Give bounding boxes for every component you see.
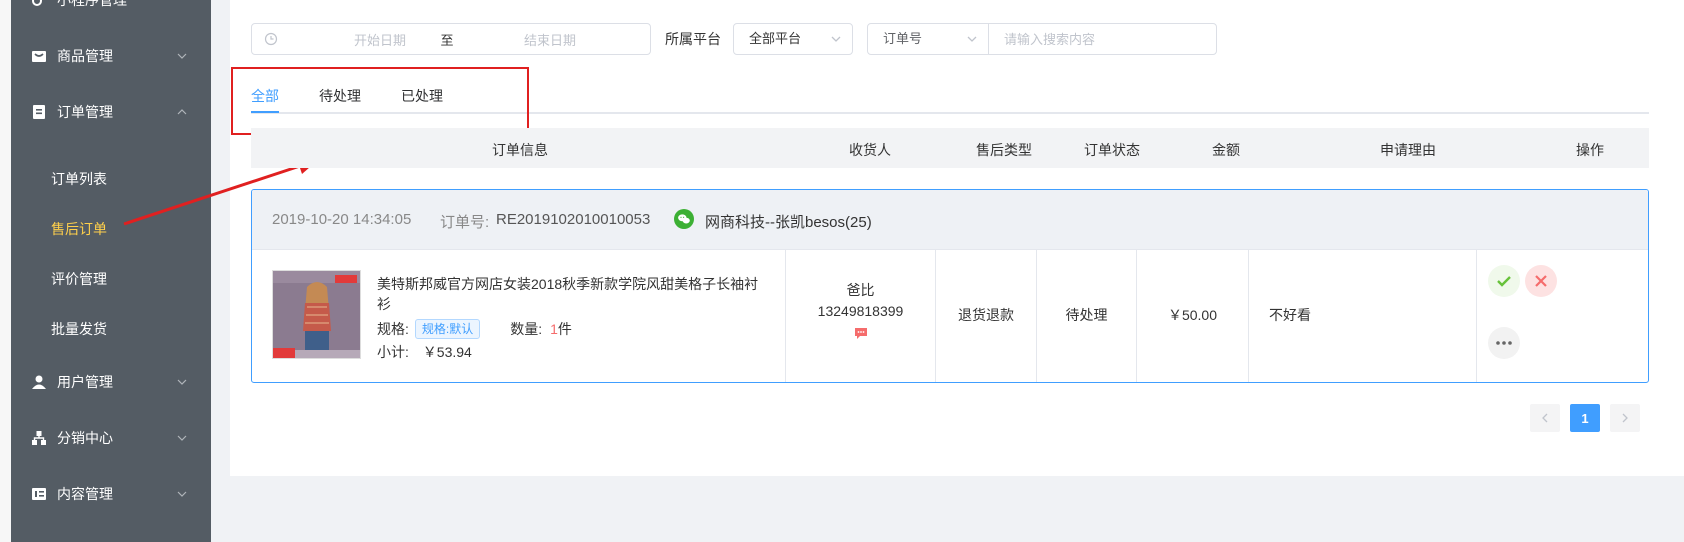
shop-name: 网商科技--张凯besos(25)	[705, 214, 872, 231]
distribution-icon	[31, 430, 47, 446]
amount-cell: ￥50.00	[1137, 250, 1249, 382]
qty-value: 1	[550, 321, 558, 337]
page-number-current[interactable]: 1	[1570, 404, 1600, 432]
chevron-down-icon	[831, 36, 841, 42]
check-icon	[1497, 276, 1511, 287]
product-title[interactable]: 美特斯邦威官方网店女装2018秋季新款学院风甜美格子长袖衬衫	[377, 274, 767, 314]
chevron-right-icon	[1622, 413, 1628, 423]
order-icon	[31, 104, 47, 120]
more-icon	[1496, 341, 1512, 345]
message-icon[interactable]	[854, 326, 868, 340]
header-order-status: 订单状态	[1084, 142, 1140, 158]
sidebar-sub-batch-ship[interactable]: 批量发货	[11, 304, 211, 354]
reason-cell: 不好看	[1249, 250, 1477, 382]
date-range-picker[interactable]: 开始日期 至 结束日期	[251, 23, 651, 55]
sidebar: 小程序管理 商品管理 订单管理 订单列表 售后订单 评价管理 批量发货 用户管理…	[11, 0, 211, 542]
sub-label: 批量发货	[51, 321, 107, 337]
qty-label: 数量:	[510, 321, 543, 337]
order-info-cell: 美特斯邦威官方网店女装2018秋季新款学院风甜美格子长袖衬衫 规格: 规格:默认…	[252, 250, 786, 382]
sidebar-item-label: 内容管理	[57, 486, 113, 502]
header-reason: 申请理由	[1380, 142, 1436, 158]
spec-label: 规格:	[377, 321, 409, 337]
user-icon	[31, 374, 47, 390]
product-spec-row: 规格: 规格:默认 数量: 1 件	[377, 319, 572, 339]
sidebar-item-distribution[interactable]: 分销中心	[11, 410, 211, 466]
next-page-button[interactable]	[1610, 404, 1640, 432]
header-order-info: 订单信息	[492, 142, 548, 158]
order-card-header: 2019-10-20 14:34:05 订单号: RE2019102010010…	[252, 190, 1648, 250]
subtotal-label: 小计:	[377, 344, 409, 360]
chevron-down-icon	[177, 379, 187, 385]
wechat-icon	[674, 209, 694, 229]
order-date: 2019-10-20 14:34:05	[272, 211, 412, 228]
sidebar-item-miniprogram[interactable]: 小程序管理	[11, 0, 211, 18]
sidebar-item-users[interactable]: 用户管理	[11, 354, 211, 410]
receiver-name: 爸比	[846, 282, 875, 298]
sidebar-item-label: 用户管理	[57, 374, 113, 390]
miniprogram-icon	[31, 0, 47, 10]
aftersale-type-cell: 退货退款	[936, 250, 1037, 382]
reject-button[interactable]	[1525, 265, 1557, 297]
chevron-down-icon	[177, 435, 187, 441]
sidebar-item-label: 小程序管理	[57, 0, 127, 8]
aftersale-reason: 不好看	[1269, 307, 1311, 323]
subtotal-value: ￥53.94	[422, 344, 472, 360]
spec-tag: 规格:默认	[414, 319, 481, 339]
sidebar-item-label: 商品管理	[57, 48, 113, 64]
search-type-value: 订单号	[883, 31, 923, 46]
chevron-left-icon	[1542, 413, 1548, 423]
subtotal-row: 小计: ￥53.94	[377, 342, 472, 362]
product-image[interactable]	[272, 270, 361, 359]
range-separator: 至	[440, 32, 454, 48]
content-icon	[31, 486, 47, 502]
chevron-down-icon	[967, 36, 977, 42]
order-status: 待处理	[1065, 307, 1108, 323]
receiver-cell: 爸比 13249818399	[786, 250, 936, 382]
clock-icon	[264, 32, 278, 46]
sidebar-item-goods[interactable]: 商品管理	[11, 28, 211, 84]
start-date-field[interactable]: 开始日期	[330, 30, 430, 49]
sidebar-item-orders[interactable]: 订单管理	[11, 84, 211, 140]
close-icon	[1535, 275, 1547, 287]
search-input[interactable]	[988, 23, 1217, 55]
sidebar-item-content[interactable]: 内容管理	[11, 466, 211, 522]
annotation-highlight-box	[231, 67, 529, 135]
header-amount: 金额	[1212, 142, 1240, 158]
order-no-label: 订单号:	[440, 214, 490, 231]
order-no: RE2019102010010053	[496, 211, 651, 228]
sidebar-sub-order-list[interactable]: 订单列表	[11, 154, 211, 204]
left-edge	[0, 0, 11, 542]
order-amount: ￥50.00	[1167, 307, 1218, 323]
sidebar-sub-reviews[interactable]: 评价管理	[11, 254, 211, 304]
header-receiver: 收货人	[849, 142, 891, 158]
platform-select[interactable]: 全部平台	[733, 23, 853, 55]
more-button[interactable]	[1488, 327, 1520, 359]
actions-cell	[1477, 250, 1648, 382]
sub-label: 订单列表	[51, 171, 107, 187]
aftersale-type: 退货退款	[958, 307, 1014, 323]
sub-label: 售后订单	[51, 221, 107, 237]
header-aftersale-type: 售后类型	[976, 142, 1032, 158]
qty-unit: 件	[557, 321, 572, 337]
sidebar-item-label: 分销中心	[57, 430, 113, 446]
search-type-select[interactable]: 订单号	[867, 23, 989, 55]
chevron-down-icon	[177, 491, 187, 497]
end-date-field[interactable]: 结束日期	[500, 30, 600, 49]
chevron-up-icon	[177, 109, 187, 115]
prev-page-button[interactable]	[1530, 404, 1560, 432]
sub-label: 评价管理	[51, 271, 107, 287]
sidebar-item-label: 订单管理	[57, 104, 113, 120]
platform-label: 所属平台	[665, 31, 721, 47]
goods-icon	[31, 48, 47, 64]
platform-select-value: 全部平台	[749, 31, 802, 46]
status-cell: 待处理	[1037, 250, 1137, 382]
chevron-down-icon	[177, 53, 187, 59]
receiver-phone: 13249818399	[817, 303, 904, 319]
header-actions: 操作	[1576, 142, 1604, 158]
table-header: 订单信息 收货人 售后类型 订单状态 金额 申请理由 操作	[251, 128, 1649, 168]
order-card: 2019-10-20 14:34:05 订单号: RE2019102010010…	[251, 189, 1649, 383]
approve-button[interactable]	[1488, 265, 1520, 297]
sidebar-sub-aftersale[interactable]: 售后订单	[11, 204, 211, 254]
